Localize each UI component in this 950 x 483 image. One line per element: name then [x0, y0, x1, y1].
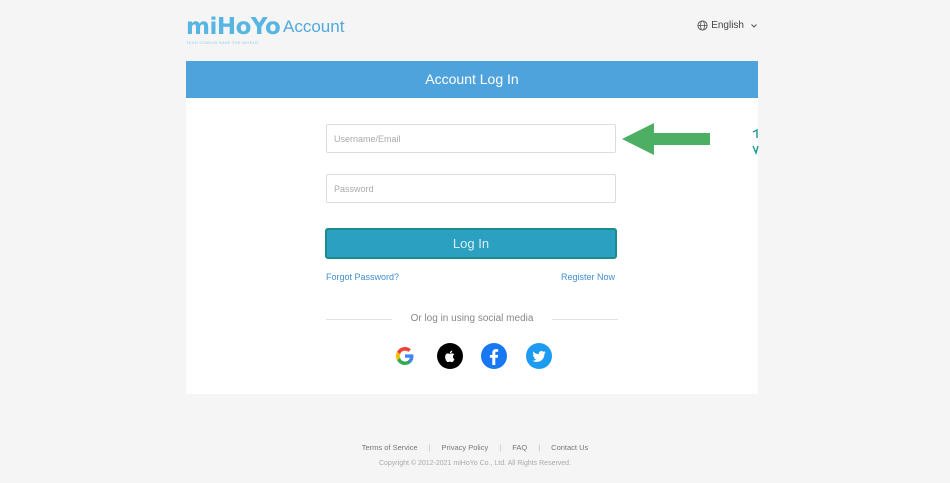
footer-link-faq[interactable]: FAQ — [512, 443, 527, 452]
twitter-icon — [532, 351, 546, 362]
footer-link-terms[interactable]: Terms of Service — [362, 443, 418, 452]
login-title: Account Log In — [186, 61, 758, 98]
facebook-login-button[interactable] — [481, 343, 507, 369]
globe-icon — [697, 20, 708, 31]
footer-separator: | — [538, 443, 541, 452]
google-icon — [396, 347, 414, 365]
header: miHoYo TECH OTAKUS SAVE THE WORLD Accoun… — [186, 12, 758, 48]
divider-line-right — [552, 319, 618, 320]
footer-link-privacy[interactable]: Privacy Policy — [442, 443, 489, 452]
copyright: Copyright © 2012-2021 miHoYo Co., Ltd. A… — [378, 460, 572, 467]
password-field[interactable]: Password — [326, 174, 616, 203]
social-divider: Or log in using social media — [326, 313, 618, 325]
annotation-arrow — [622, 123, 710, 155]
footer-separator: | — [428, 443, 431, 452]
username-field[interactable]: Username/Email — [326, 124, 616, 153]
apple-icon — [445, 350, 455, 363]
password-placeholder: Password — [334, 184, 374, 194]
logo-text: miHoYo — [186, 14, 281, 40]
account-label: Account — [283, 17, 345, 36]
login-card: Account Log In Username/Email Password L… — [186, 61, 758, 394]
username-placeholder: Username/Email — [334, 134, 401, 144]
twitter-login-button[interactable] — [526, 343, 552, 369]
mihoyo-logo[interactable]: miHoYo TECH OTAKUS SAVE THE WORLD — [186, 14, 281, 48]
forgot-password-link[interactable]: Forgot Password? — [326, 272, 399, 282]
facebook-icon — [489, 349, 499, 365]
footer-links: Terms of Service | Privacy Policy | FAQ … — [0, 443, 950, 452]
annotation-edge-mark — [752, 128, 759, 156]
register-link[interactable]: Register Now — [561, 272, 615, 282]
footer: Terms of Service | Privacy Policy | FAQ … — [0, 443, 950, 467]
footer-link-contact[interactable]: Contact Us — [551, 443, 588, 452]
apple-login-button[interactable] — [437, 343, 463, 369]
footer-separator: | — [499, 443, 502, 452]
logo-tagline: TECH OTAKUS SAVE THE WORLD — [186, 40, 259, 45]
chevron-down-icon — [751, 23, 757, 28]
google-login-button[interactable] — [392, 343, 418, 369]
language-label: English — [711, 20, 744, 31]
language-selector[interactable]: English — [697, 20, 758, 31]
login-button[interactable]: Log In — [325, 228, 617, 259]
